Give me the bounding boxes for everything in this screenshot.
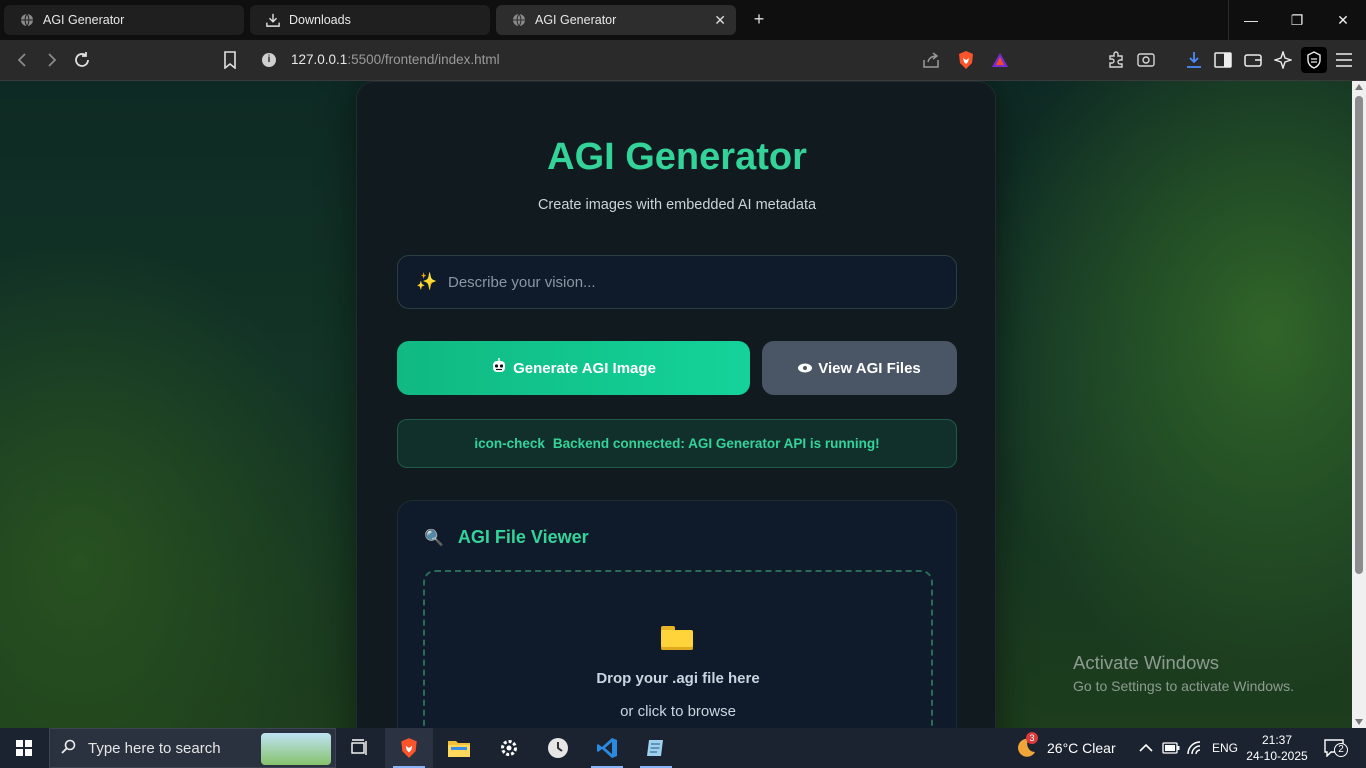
windows-taskbar: Type here to search 3 26°C Clear ENG 21:… [0, 728, 1366, 768]
url-text: 127.0.0.1:5500/frontend/index.html [291, 52, 500, 67]
search-highlight-art [261, 733, 331, 765]
tab-label: AGI Generator [535, 13, 617, 27]
brave-shields-icon[interactable] [955, 49, 977, 71]
menu-icon[interactable] [1333, 49, 1355, 71]
search-placeholder: Type here to search [88, 740, 221, 757]
reload-icon[interactable] [71, 49, 93, 71]
address-bar[interactable]: i 127.0.0.1:5500/frontend/index.html [252, 46, 1022, 75]
folder-icon [661, 624, 693, 650]
prompt-field[interactable]: ✨ [397, 255, 957, 309]
main-card: AGI Generator Create images with embedde… [356, 81, 996, 728]
close-window-button[interactable]: ✕ [1320, 0, 1366, 40]
clock-date: 24-10-2025 [1246, 749, 1308, 763]
watermark-line2: Go to Settings to activate Windows. [1073, 678, 1294, 694]
wallet-icon[interactable] [1242, 49, 1264, 71]
generate-image-button[interactable]: Generate AGI Image [397, 341, 750, 395]
watermark-line1: Activate Windows [1073, 652, 1219, 673]
sidebar-toggle-icon[interactable] [1212, 49, 1234, 71]
download-icon [266, 13, 280, 27]
scroll-thumb[interactable] [1355, 96, 1363, 574]
notification-count: 2 [1334, 743, 1348, 757]
vpn-shield-icon[interactable] [1301, 47, 1327, 73]
page-title: AGI Generator [547, 136, 807, 178]
share-icon[interactable] [920, 49, 942, 71]
search-panel-icon[interactable] [1135, 49, 1157, 71]
dropzone-title: Drop your .agi file here [596, 670, 760, 687]
extensions-icon[interactable] [1105, 49, 1127, 71]
vscode-icon[interactable] [583, 728, 631, 768]
page-viewport: AGI Generator Create images with embedde… [0, 81, 1352, 728]
scroll-down-arrow[interactable] [1355, 719, 1363, 725]
tab-agi-generator-1[interactable]: AGI Generator [4, 5, 244, 35]
generate-image-label: Generate AGI Image [513, 359, 656, 377]
minimize-button[interactable]: — [1228, 0, 1274, 40]
file-viewer-header: 🔍 AGI File Viewer [424, 527, 589, 548]
battery-icon[interactable] [1162, 728, 1180, 768]
globe-icon [513, 13, 525, 27]
restore-button[interactable]: ❐ [1274, 0, 1320, 40]
taskbar-clock[interactable]: 21:37 24-10-2025 [1246, 732, 1308, 764]
weather-widget[interactable]: 3 26°C Clear [1014, 728, 1116, 768]
tab-label: AGI Generator [43, 13, 125, 27]
tray-overflow-chevron-icon[interactable] [1139, 728, 1153, 768]
check-icon-placeholder-text: icon-check [474, 436, 545, 451]
sparkles-icon: ✨ [416, 272, 438, 291]
tab-label: Downloads [289, 13, 351, 27]
eye-icon [798, 360, 813, 377]
weather-moon-icon: 3 [1014, 732, 1038, 760]
weather-badge: 3 [1026, 732, 1038, 744]
weather-text: 26°C Clear [1047, 740, 1116, 756]
file-viewer-panel: 🔍 AGI File Viewer Drop your .agi file he… [397, 500, 957, 728]
robot-icon [491, 358, 507, 378]
clock-time: 21:37 [1261, 733, 1293, 747]
notepad-app-icon[interactable] [632, 728, 680, 768]
backend-status-banner: icon-check Backend connected: AGI Genera… [397, 419, 957, 468]
view-files-label: View AGI Files [818, 359, 921, 377]
browser-toolbar: i 127.0.0.1:5500/frontend/index.html [0, 40, 1366, 81]
status-message: Backend connected: AGI Generator API is … [552, 436, 880, 451]
prompt-input[interactable] [448, 256, 938, 308]
language-indicator[interactable]: ENG [1212, 728, 1238, 768]
globe-icon [21, 13, 33, 27]
file-dropzone[interactable]: Drop your .agi file here or click to bro… [423, 570, 933, 728]
downloads-toolbar-icon[interactable] [1183, 49, 1205, 71]
file-explorer-icon[interactable] [435, 728, 483, 768]
search-icon [61, 739, 77, 760]
magnifier-icon: 🔍 [424, 529, 444, 547]
tab-agi-generator-active[interactable]: AGI Generator ✕ [496, 5, 736, 35]
brave-browser-taskbar-icon[interactable] [385, 728, 433, 768]
windows-logo-icon [16, 740, 32, 756]
settings-gear-icon[interactable] [485, 728, 533, 768]
browser-tabbar: AGI Generator Downloads AGI Generator ✕ … [0, 0, 1366, 40]
dropzone-subtitle: or click to browse [620, 703, 736, 720]
file-viewer-title: AGI File Viewer [457, 527, 589, 547]
taskbar-search[interactable]: Type here to search [49, 728, 336, 768]
site-info-icon[interactable]: i [262, 53, 276, 67]
bookmark-icon[interactable] [219, 49, 241, 71]
notification-center-icon[interactable]: 2 [1322, 728, 1350, 768]
tab-downloads[interactable]: Downloads [250, 5, 490, 35]
leo-ai-icon[interactable] [1272, 49, 1294, 71]
scroll-up-arrow[interactable] [1355, 84, 1363, 90]
activate-windows-watermark: Activate Windows Go to Settings to activ… [1073, 652, 1294, 694]
page-subtitle: Create images with embedded AI metadata [537, 197, 817, 213]
page-scrollbar[interactable] [1352, 81, 1366, 728]
task-view-icon[interactable] [336, 728, 384, 768]
clock-app-icon[interactable] [534, 728, 582, 768]
wifi-icon[interactable] [1187, 728, 1205, 768]
forward-icon[interactable] [41, 49, 63, 71]
new-tab-button[interactable]: + [748, 8, 770, 30]
close-tab-icon[interactable]: ✕ [714, 12, 726, 29]
view-files-button[interactable]: View AGI Files [762, 341, 957, 395]
back-icon[interactable] [11, 49, 33, 71]
start-button[interactable] [0, 728, 48, 768]
brave-rewards-icon[interactable] [989, 49, 1011, 71]
